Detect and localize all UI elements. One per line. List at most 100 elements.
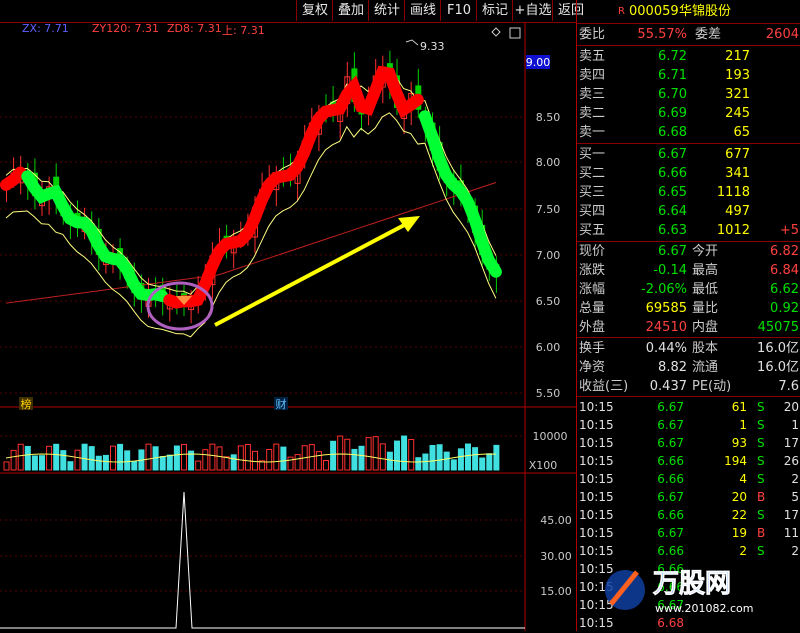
sell-level-3: 卖三 6.70 321	[577, 85, 800, 104]
volume-bar	[202, 449, 209, 471]
tick-price: 6.67	[657, 418, 684, 432]
tick-row: 10:15 6.66 4 S 2	[577, 470, 800, 489]
buy-volume: 677	[725, 147, 750, 162]
sell-volume: 217	[725, 49, 750, 64]
volume-bar	[330, 440, 337, 471]
tick-count: 2	[791, 544, 799, 558]
stat-label: 现价	[579, 244, 606, 259]
trend-arrow-head	[398, 216, 420, 232]
info-label: 净资	[579, 360, 606, 375]
stat-value: 6.67	[658, 244, 687, 259]
tick-volume: 194	[724, 454, 747, 468]
info-label: 流通	[692, 360, 719, 375]
tick-side: B	[757, 490, 766, 504]
stat-label: 最低	[692, 282, 719, 297]
buy-price: 6.64	[658, 204, 687, 219]
tick-side: S	[757, 472, 765, 486]
price-axis-label: 6.50	[536, 295, 561, 308]
volume-bar	[102, 454, 109, 471]
price-axis-label: 6.00	[536, 341, 561, 354]
tick-row: 10:15 6.67 61 S 20	[577, 398, 800, 417]
marker-bang: 榜	[21, 397, 32, 411]
volume-bar	[60, 450, 67, 471]
tick-price: 6.66	[657, 454, 684, 468]
ma-long-line	[5, 182, 497, 304]
tick-volume: 2	[739, 544, 747, 558]
tick-count: 17	[783, 436, 799, 450]
stock-flag: R	[618, 6, 625, 17]
weicha-label: 委差	[695, 27, 722, 42]
volume-bar	[252, 450, 258, 471]
buy-label: 买一	[579, 147, 606, 162]
buy-label: 买五	[579, 223, 606, 238]
info-value: 0.44%	[645, 341, 687, 356]
volume-bar	[315, 451, 322, 471]
sell-volume: 321	[725, 87, 750, 102]
buy-label: 买三	[579, 185, 606, 200]
tick-price: 6.66	[657, 508, 684, 522]
volume-bar	[372, 436, 379, 471]
indicator-axis-label: 30.00	[540, 550, 572, 563]
volume-bar	[88, 446, 95, 471]
tick-row: 10:15 6.66 2 S 2	[577, 542, 800, 561]
tick-side: S	[757, 544, 765, 558]
stat-label: 内盘	[692, 320, 719, 335]
buy-level-2: 买二 6.66 341	[577, 164, 800, 183]
info-label: 股本	[692, 341, 719, 356]
buy-volume: 341	[725, 166, 750, 181]
tick-time: 10:15	[579, 436, 614, 450]
buy-price: 6.65	[658, 185, 687, 200]
volume-bar	[24, 445, 31, 471]
sell-label: 卖三	[579, 87, 606, 102]
tick-time: 10:15	[579, 454, 614, 468]
weibi-label: 委比	[579, 27, 606, 42]
volume-axis-label: 10000	[533, 430, 568, 443]
marker-cai: 财	[276, 397, 287, 411]
price-axis-label: 5.50	[536, 387, 561, 400]
tick-price: 6.66	[657, 544, 684, 558]
panel-box-icon	[509, 27, 521, 39]
sell-label: 卖五	[579, 49, 606, 64]
stat-label: 量比	[692, 301, 719, 316]
volume-bar	[74, 449, 81, 471]
volume-bar	[10, 449, 17, 471]
volume-bar	[365, 437, 372, 471]
sell-volume: 193	[725, 68, 750, 83]
ribbon-upper-line	[5, 69, 497, 295]
buy-level-1: 买一 6.67 677	[577, 145, 800, 164]
info-value: 0.437	[649, 379, 687, 394]
tick-volume: 4	[739, 472, 747, 486]
volume-bar	[237, 445, 244, 471]
volume-bar	[273, 443, 280, 471]
buy-level-5: 买五 6.63 1012 +5	[577, 221, 800, 240]
tick-count: 5	[791, 490, 799, 504]
tick-count: 1	[791, 418, 799, 432]
stat-label: 涨跌	[579, 263, 606, 278]
svg-text:www.201082.com: www.201082.com	[655, 602, 753, 615]
quote-panel: R 000059 华锦股份 委比 55.57% 委差 2604 卖五 6.72 217 卖四 6.71…	[576, 0, 800, 631]
volume-bar	[110, 445, 116, 471]
stat-value: -0.14	[653, 263, 687, 278]
sell-level-2: 卖二 6.69 245	[577, 104, 800, 123]
info-label: 换手	[579, 341, 606, 356]
stat-label: 今开	[692, 244, 719, 259]
volume-bar	[209, 443, 216, 471]
stat-row: 涨跌 -0.14 最高 6.84	[577, 261, 800, 280]
stat-label: 涨幅	[579, 282, 606, 297]
stat-label: 最高	[692, 263, 719, 278]
volume-bar	[280, 446, 287, 471]
volume-bar	[323, 459, 329, 471]
volume-bar	[131, 460, 138, 471]
info-label: PE(动)	[692, 379, 732, 394]
stock-code: 000059	[629, 4, 679, 19]
panel-separator	[577, 23, 800, 24]
ribbon-up-segment	[0, 166, 27, 191]
volume-bar	[266, 449, 273, 471]
volume-bar	[53, 443, 60, 471]
tick-side: S	[757, 454, 765, 468]
tick-row: 10:15 6.66 22 S 17	[577, 506, 800, 525]
volume-bar	[223, 456, 230, 471]
stat-value: -2.06%	[641, 282, 687, 297]
kline-chart[interactable]: 8.50 8.00 7.50 7.00 6.50 6.00 5.50 9.00 10000 X10…	[0, 0, 576, 631]
volume-bar	[294, 454, 301, 471]
